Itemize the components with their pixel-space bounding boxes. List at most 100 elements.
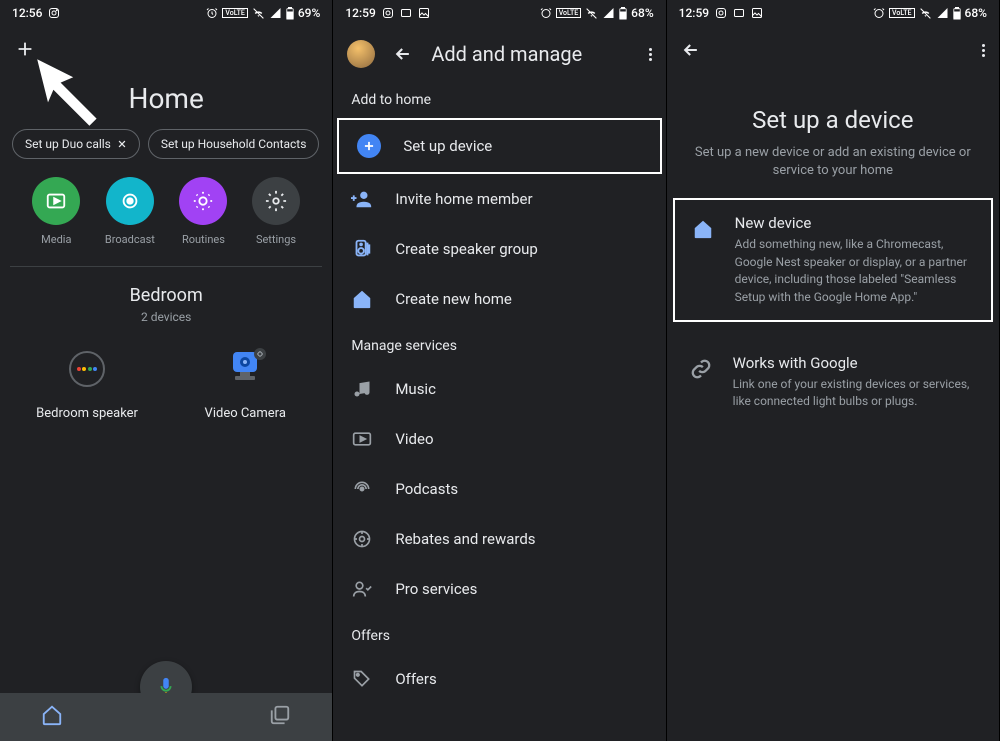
add-manage-screen: 12:59 VoLTE 68% Add and manage Add to ho…: [333, 0, 666, 741]
menu-label: Create speaker group: [395, 240, 538, 258]
person-add-icon: [351, 188, 373, 210]
option-works-with-google[interactable]: Works with Google Link one of your exist…: [673, 340, 993, 425]
home-icon: [41, 704, 63, 726]
signal-icon: [602, 7, 615, 19]
action-settings[interactable]: Settings: [252, 177, 300, 246]
alarm-icon: [873, 7, 885, 19]
avatar[interactable]: [347, 40, 375, 68]
action-broadcast[interactable]: Broadcast: [105, 177, 155, 246]
video-icon: [352, 429, 372, 449]
menu-label: Music: [395, 380, 436, 398]
item-invite-member[interactable]: Invite home member: [333, 174, 665, 224]
status-bar: 12:56 VoLTE 69%: [0, 0, 332, 26]
quick-actions: Media Broadcast Routines Settings: [10, 169, 322, 267]
wifi-off-icon: [919, 7, 932, 20]
nav-feed[interactable]: [269, 704, 291, 730]
back-icon[interactable]: [681, 40, 701, 60]
battery-icon: [286, 7, 294, 20]
menu-label: Podcasts: [395, 480, 458, 498]
option-title: Works with Google: [733, 354, 979, 372]
item-setup-device[interactable]: Set up device: [339, 120, 659, 172]
status-bar: 12:59 VoLTE 68%: [667, 0, 999, 26]
signal-icon: [269, 7, 282, 19]
menu-label: Invite home member: [395, 190, 532, 208]
home-screen: 12:56 VoLTE 69% Home Set up Duo calls Se…: [0, 0, 333, 741]
alarm-icon: [206, 7, 218, 19]
routines-icon: [192, 190, 214, 212]
tag-icon: [352, 669, 372, 689]
image-icon: [418, 7, 430, 19]
podcast-icon: [352, 479, 372, 499]
item-offers[interactable]: Offers: [333, 654, 665, 704]
bottom-nav: [0, 693, 332, 741]
page-title: Set up a device: [667, 106, 999, 134]
instagram-icon: [382, 7, 394, 19]
status-time: 12:56: [12, 6, 42, 20]
chip-household-contacts[interactable]: Set up Household Contacts: [148, 129, 320, 159]
media-icon: [45, 190, 67, 212]
nav-home[interactable]: [41, 704, 63, 730]
broadcast-icon: [119, 190, 141, 212]
room-device-count: 2 devices: [0, 310, 332, 324]
screenshot-icon: [733, 7, 745, 19]
option-desc: Add something new, like a Chromecast, Go…: [735, 236, 977, 306]
wifi-off-icon: [252, 7, 265, 20]
speaker-icon: [65, 347, 109, 391]
panel-header: [667, 30, 999, 70]
pro-icon: [352, 579, 372, 599]
devices-list: Bedroom speaker Video Camera: [0, 342, 332, 421]
status-bar: 12:59 VoLTE 68%: [333, 0, 665, 26]
item-video[interactable]: Video: [333, 414, 665, 464]
volte-icon: VoLTE: [222, 8, 247, 18]
highlight-annotation: Set up device: [337, 118, 661, 174]
page-title: Home: [0, 82, 332, 115]
item-speaker-group[interactable]: Create speaker group: [333, 224, 665, 274]
instagram-icon: [715, 7, 727, 19]
menu-label: Set up device: [403, 137, 492, 155]
feed-icon: [269, 704, 291, 726]
plus-circle-icon: [357, 134, 381, 158]
section-manage-services: Manage services: [333, 324, 665, 364]
close-icon[interactable]: [117, 139, 127, 149]
action-label: Broadcast: [105, 233, 155, 246]
more-icon[interactable]: [649, 48, 652, 61]
section-offers: Offers: [333, 614, 665, 654]
screenshot-icon: [400, 7, 412, 19]
volte-icon: VoLTE: [556, 8, 581, 18]
instagram-icon: [48, 7, 60, 19]
action-label: Media: [41, 233, 71, 246]
item-rebates[interactable]: Rebates and rewards: [333, 514, 665, 564]
status-time: 12:59: [679, 6, 709, 20]
device-camera[interactable]: Video Camera: [166, 342, 324, 421]
menu-label: Rebates and rewards: [395, 530, 535, 548]
rebates-icon: [352, 529, 372, 549]
item-pro-services[interactable]: Pro services: [333, 564, 665, 614]
chip-duo-calls[interactable]: Set up Duo calls: [12, 129, 140, 159]
back-icon[interactable]: [393, 44, 413, 64]
item-music[interactable]: Music: [333, 364, 665, 414]
chip-label: Set up Duo calls: [25, 137, 111, 151]
camera-icon: [220, 344, 270, 394]
menu-label: Pro services: [395, 580, 477, 598]
action-routines[interactable]: Routines: [179, 177, 227, 246]
action-label: Settings: [256, 233, 296, 246]
page-subtitle: Set up a new device or add an existing d…: [667, 144, 999, 180]
speaker-group-icon: [351, 238, 373, 260]
wifi-off-icon: [585, 7, 598, 20]
action-label: Routines: [182, 233, 225, 246]
battery-icon: [619, 7, 627, 20]
status-battery: 69%: [298, 6, 320, 20]
panel-header: Add and manage: [333, 30, 665, 78]
status-time: 12:59: [345, 6, 375, 20]
more-icon[interactable]: [982, 44, 985, 57]
home-icon: [351, 288, 373, 310]
alarm-icon: [540, 7, 552, 19]
option-new-device[interactable]: New device Add something new, like a Chr…: [673, 198, 993, 322]
device-speaker[interactable]: Bedroom speaker: [8, 342, 166, 421]
add-button[interactable]: [14, 38, 36, 64]
item-podcasts[interactable]: Podcasts: [333, 464, 665, 514]
volte-icon: VoLTE: [889, 8, 914, 18]
gear-icon: [265, 190, 287, 212]
action-media[interactable]: Media: [32, 177, 80, 246]
item-new-home[interactable]: Create new home: [333, 274, 665, 324]
